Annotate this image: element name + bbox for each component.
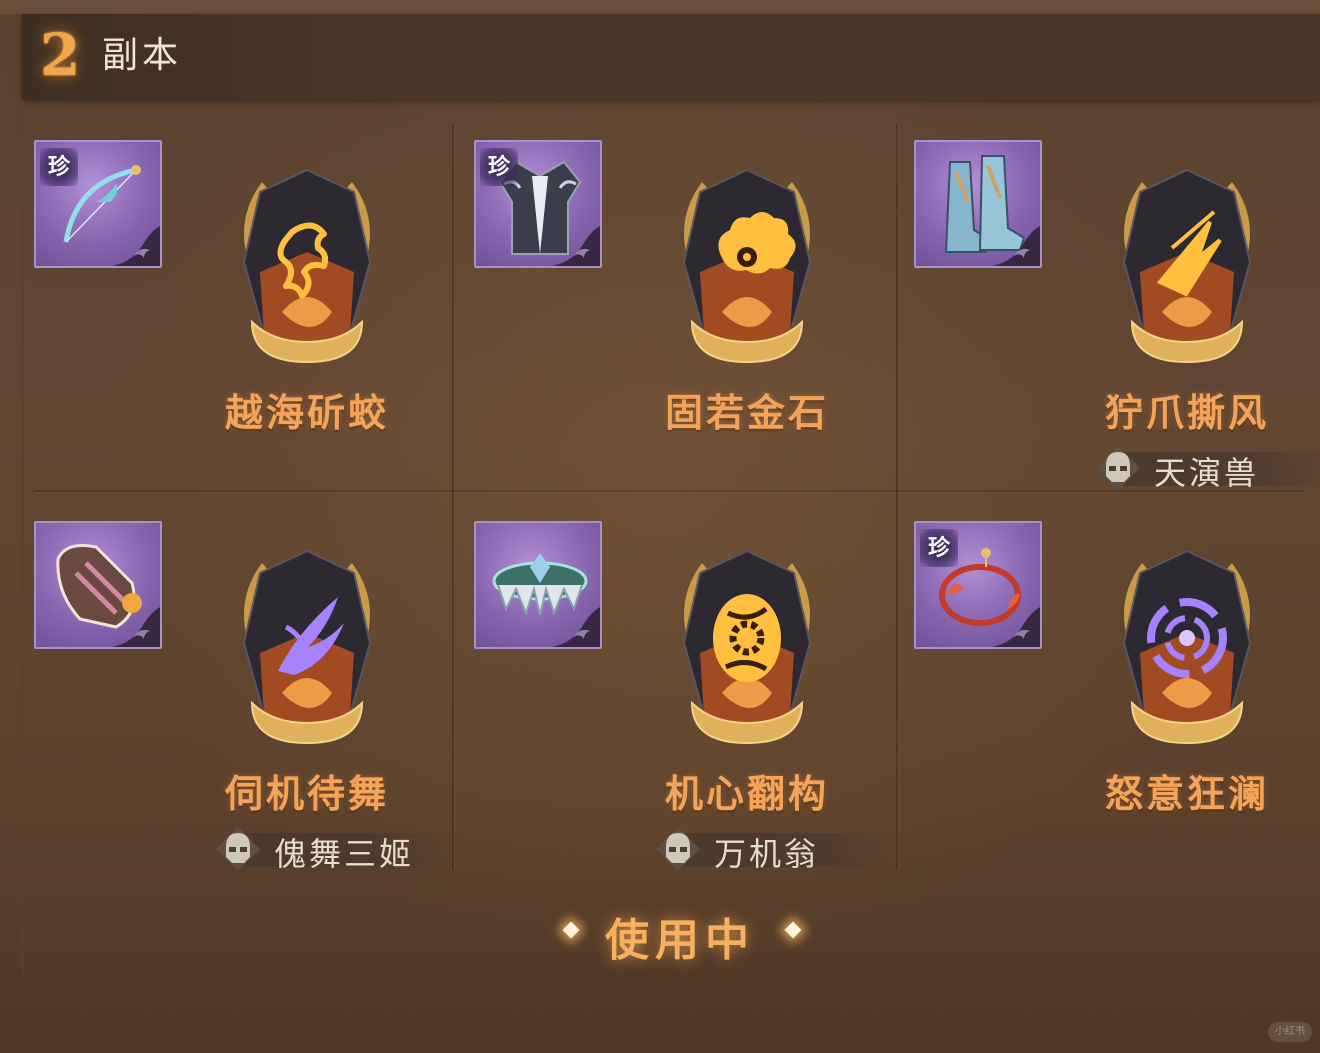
skill-name: 机心翻构 — [664, 771, 829, 816]
equipment-slot[interactable] — [34, 521, 162, 649]
skill-cell-2[interactable]: 珍 固若金石 — [462, 100, 902, 480]
skill-name: 怒意狂澜 — [1104, 771, 1269, 816]
skill-grid: 珍 越海斫蛟 珍 固若金石 狞爪撕风 天演兽 伺机待舞 傀舞三姬 机心翻构 万机… — [22, 100, 1320, 980]
status-indicator: 使用中 — [555, 900, 805, 966]
boss-name: 傀舞三姬 — [274, 835, 415, 873]
skill-cell-5[interactable]: 机心翻构 万机翁 — [462, 481, 902, 873]
rare-badge: 珍 — [920, 529, 958, 567]
rare-badge: 珍 — [480, 148, 518, 186]
boss-source[interactable]: 万机翁 — [652, 825, 892, 873]
skill-cell-3[interactable]: 狞爪撕风 天演兽 — [902, 100, 1320, 492]
watermark: 小红书 — [1268, 1022, 1312, 1042]
skill-name: 狞爪撕风 — [1104, 390, 1269, 435]
corner-ornament-icon — [552, 607, 600, 647]
section-title: 副本 — [102, 35, 183, 76]
skill-cell-1[interactable]: 珍 越海斫蛟 — [22, 100, 462, 480]
boss-name: 万机翁 — [714, 835, 820, 873]
top-strip — [0, 0, 1320, 14]
cloud-swirl-gem-icon[interactable] — [662, 162, 832, 372]
skill-cell-4[interactable]: 伺机待舞 傀舞三姬 — [22, 481, 462, 873]
rare-badge: 珍 — [40, 148, 78, 186]
dragon-gem-icon[interactable] — [222, 162, 392, 372]
status-label: 使用中 — [605, 915, 755, 966]
corner-ornament-icon — [112, 607, 160, 647]
boss-helmet-icon — [652, 825, 704, 873]
skill-name: 越海斫蛟 — [224, 390, 389, 435]
boss-helmet-icon — [212, 825, 264, 873]
section-header: 2 副本 — [22, 14, 1320, 100]
equipment-slot[interactable] — [914, 140, 1042, 268]
blade-gem-icon[interactable] — [222, 543, 392, 753]
equipment-slot[interactable]: 珍 — [474, 140, 602, 268]
skill-name: 伺机待舞 — [224, 771, 389, 816]
claw-gem-icon[interactable] — [1102, 162, 1272, 372]
corner-ornament-icon — [552, 226, 600, 266]
equipment-slot[interactable]: 珍 — [914, 521, 1042, 649]
corner-ornament-icon — [992, 607, 1040, 647]
skill-name: 固若金石 — [664, 390, 829, 435]
diamond-icon — [784, 921, 802, 939]
corner-ornament-icon — [112, 226, 160, 266]
skill-cell-6[interactable]: 珍 怒意狂澜 — [902, 481, 1320, 861]
boss-source[interactable]: 傀舞三姬 — [212, 825, 452, 873]
diamond-icon — [562, 921, 580, 939]
equipment-slot[interactable]: 珍 — [34, 140, 162, 268]
section-number: 2 — [40, 21, 81, 89]
equipment-slot[interactable] — [474, 521, 602, 649]
corner-ornament-icon — [992, 226, 1040, 266]
vortex-gem-icon[interactable] — [1102, 543, 1272, 753]
gear-gem-icon[interactable] — [662, 543, 832, 753]
